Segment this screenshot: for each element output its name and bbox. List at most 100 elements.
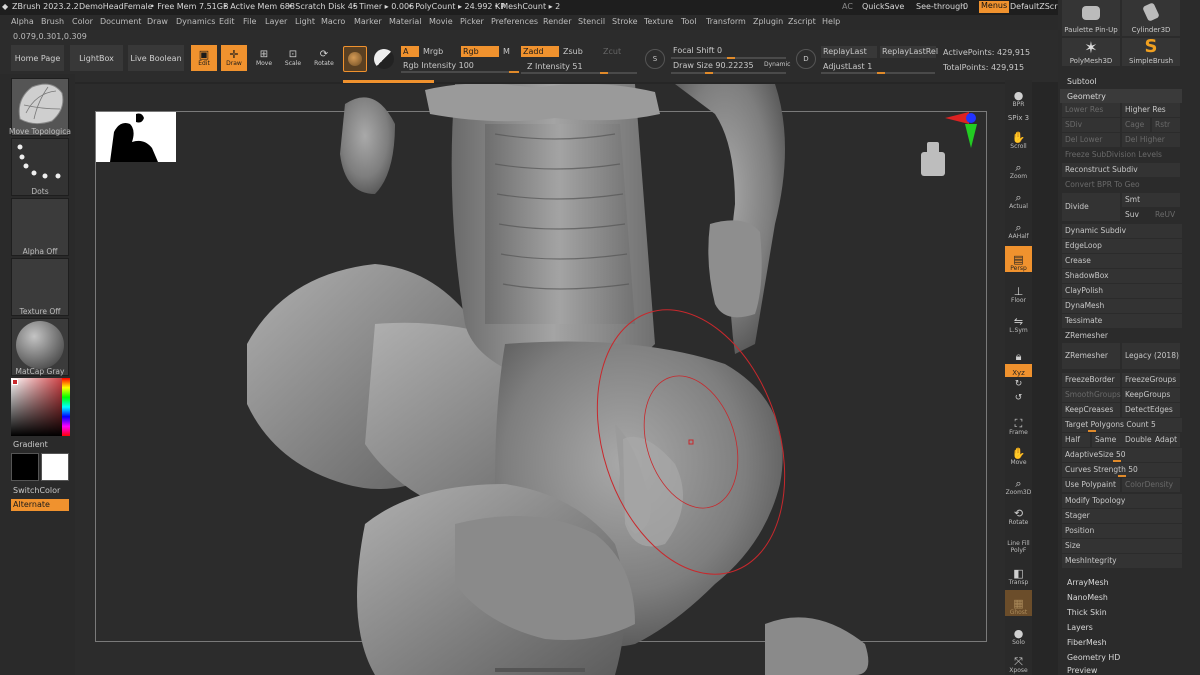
m-button[interactable]: M xyxy=(503,47,510,56)
transp-button[interactable]: ◧ Transp xyxy=(1005,560,1032,586)
quicksave-button[interactable]: QuickSave xyxy=(862,2,904,11)
nanomesh-header[interactable]: NanoMesh xyxy=(1067,593,1108,602)
same-button[interactable]: Same xyxy=(1092,433,1122,447)
draw-size-slider[interactable]: Draw Size 90.22235 xyxy=(673,61,754,70)
sculpt-model[interactable] xyxy=(75,84,1005,675)
dynamic-toggle[interactable]: Dynamic xyxy=(764,61,790,68)
menu-render[interactable]: Render xyxy=(543,17,571,26)
edgeloop-section[interactable]: EdgeLoop xyxy=(1062,239,1182,253)
menu-stencil[interactable]: Stencil xyxy=(578,17,605,26)
dynamic-subdiv-section[interactable]: Dynamic Subdiv xyxy=(1062,224,1182,238)
rgb-intensity-slider[interactable]: Rgb Intensity 100 xyxy=(403,61,474,70)
detect-edges-button[interactable]: DetectEdges xyxy=(1122,403,1180,417)
document-canvas[interactable] xyxy=(75,84,1005,675)
menu-edit[interactable]: Edit xyxy=(219,17,235,26)
replay-last-rel-button[interactable]: ReplayLastRel xyxy=(880,46,938,58)
menu-alpha[interactable]: Alpha xyxy=(11,17,34,26)
half-button[interactable]: Half xyxy=(1062,433,1090,447)
main-color-swatch[interactable] xyxy=(12,379,18,385)
fibermesh-header[interactable]: FiberMesh xyxy=(1067,638,1107,647)
mesh-integrity-section[interactable]: MeshIntegrity xyxy=(1062,554,1182,568)
alternate-button[interactable]: Alternate xyxy=(11,499,69,511)
zsub-button[interactable]: Zsub xyxy=(563,47,583,56)
rotate-view-button[interactable]: ⟲ Rotate xyxy=(1005,500,1032,526)
zremesher-section-header[interactable]: ZRemesher xyxy=(1062,329,1182,343)
menu-draw[interactable]: Draw xyxy=(147,17,168,26)
geometry-hd-header[interactable]: Geometry HD xyxy=(1067,653,1120,662)
menus-button[interactable]: Menus xyxy=(979,1,1010,13)
modify-topology-section[interactable]: Modify Topology xyxy=(1062,494,1182,508)
solo-button[interactable]: ● Solo xyxy=(1005,620,1032,646)
adapt-button[interactable]: Adapt xyxy=(1152,433,1180,447)
use-polypaint-button[interactable]: Use Polypaint xyxy=(1062,478,1120,492)
arraymesh-header[interactable]: ArrayMesh xyxy=(1067,578,1109,587)
freeze-border-button[interactable]: FreezeBorder xyxy=(1062,373,1120,387)
menu-zplugin[interactable]: Zplugin xyxy=(753,17,783,26)
thick-skin-header[interactable]: Thick Skin xyxy=(1067,608,1107,617)
target-polygons-slider[interactable]: Target Polygons Count 5 xyxy=(1062,418,1182,432)
menu-zscript[interactable]: Zscript xyxy=(788,17,816,26)
zoom-button[interactable]: ⌕ Zoom xyxy=(1005,154,1032,180)
menu-dynamics[interactable]: Dynamics xyxy=(176,17,215,26)
preview-header[interactable]: Preview xyxy=(1067,666,1097,675)
adjust-last-slider[interactable]: AdjustLast 1 xyxy=(823,62,872,71)
draw-button[interactable]: ✛ Draw xyxy=(221,45,247,71)
smt-button[interactable]: Smt xyxy=(1122,193,1180,207)
aahalf-button[interactable]: ⌕ AAHalf xyxy=(1005,214,1032,240)
menu-file[interactable]: File xyxy=(243,17,256,26)
tool-thumb-paulette[interactable]: Paulette Pin-Up xyxy=(1062,0,1120,36)
menu-document[interactable]: Document xyxy=(100,17,141,26)
xpose-button[interactable]: ⤧ Xpose xyxy=(1005,648,1032,674)
convert-bpr-button[interactable]: Convert BPR To Geo xyxy=(1062,178,1182,192)
higher-res-button[interactable]: Higher Res xyxy=(1122,103,1180,117)
freeze-groups-button[interactable]: FreezeGroups xyxy=(1122,373,1180,387)
menu-brush[interactable]: Brush xyxy=(41,17,64,26)
move-button[interactable]: ⊞ Move xyxy=(252,45,276,71)
zadd-button[interactable]: Zadd xyxy=(521,46,559,57)
del-lower-button[interactable]: Del Lower xyxy=(1062,133,1120,147)
double-button[interactable]: Double xyxy=(1122,433,1152,447)
geometry-header[interactable]: Geometry xyxy=(1067,92,1106,101)
divide-button[interactable]: Divide xyxy=(1062,193,1120,221)
menu-preferences[interactable]: Preferences xyxy=(491,17,538,26)
primary-color-swatch[interactable] xyxy=(41,453,69,481)
tool-thumb-polymesh3d[interactable]: ✶ PolyMesh3D xyxy=(1062,38,1120,66)
keep-creases-button[interactable]: KeepCreases xyxy=(1062,403,1120,417)
edit-button[interactable]: ▣ Edit xyxy=(191,45,217,71)
menu-movie[interactable]: Movie xyxy=(429,17,453,26)
menu-color[interactable]: Color xyxy=(72,17,93,26)
switch-color-button[interactable]: SwitchColor xyxy=(13,486,60,495)
xyz-button[interactable]: Xyz xyxy=(1005,364,1032,377)
rstr-button[interactable]: Rstr xyxy=(1152,118,1180,132)
cage-button[interactable]: Cage xyxy=(1122,118,1150,132)
lightbox-button[interactable]: LightBox xyxy=(70,45,123,71)
menu-marker[interactable]: Marker xyxy=(354,17,382,26)
menu-stroke[interactable]: Stroke xyxy=(612,17,638,26)
z-intensity-slider[interactable]: Z Intensity 51 xyxy=(527,62,583,71)
actual-button[interactable]: ⌕ Actual xyxy=(1005,184,1032,210)
menu-picker[interactable]: Picker xyxy=(460,17,484,26)
lower-res-button[interactable]: Lower Res xyxy=(1062,103,1120,117)
claypolish-section[interactable]: ClayPolish xyxy=(1062,284,1182,298)
ghost-button[interactable]: ▦ Ghost xyxy=(1005,590,1032,616)
hue-strip[interactable] xyxy=(62,378,70,436)
menu-light[interactable]: Light xyxy=(295,17,315,26)
s-icon[interactable]: S xyxy=(645,49,665,69)
home-page-button[interactable]: Home Page xyxy=(11,45,64,71)
freeze-subdiv-button[interactable]: Freeze SubDivision Levels xyxy=(1062,148,1182,162)
size-section[interactable]: Size xyxy=(1062,539,1182,553)
color-picker[interactable] xyxy=(11,378,70,436)
subtool-header[interactable]: Subtool xyxy=(1067,77,1097,86)
legacy-2018-button[interactable]: Legacy (2018) xyxy=(1122,343,1180,369)
zremesher-button[interactable]: ZRemesher xyxy=(1062,343,1120,369)
replay-last-button[interactable]: ReplayLast xyxy=(821,46,877,58)
material-sphere-button[interactable] xyxy=(343,46,367,72)
lsym-button[interactable]: ⇋ L.Sym xyxy=(1005,308,1032,334)
tool-thumb-simplebrush[interactable]: S SimpleBrush xyxy=(1122,36,1180,66)
keep-groups-button[interactable]: KeepGroups xyxy=(1122,388,1180,402)
scale-button[interactable]: ⊡ Scale xyxy=(281,45,305,71)
reuv-button[interactable]: ReUV xyxy=(1152,208,1180,222)
tessimate-section[interactable]: Tessimate xyxy=(1062,314,1182,328)
reconstruct-subdiv-button[interactable]: Reconstruct Subdiv xyxy=(1062,163,1180,177)
d-icon[interactable]: D xyxy=(796,49,816,69)
